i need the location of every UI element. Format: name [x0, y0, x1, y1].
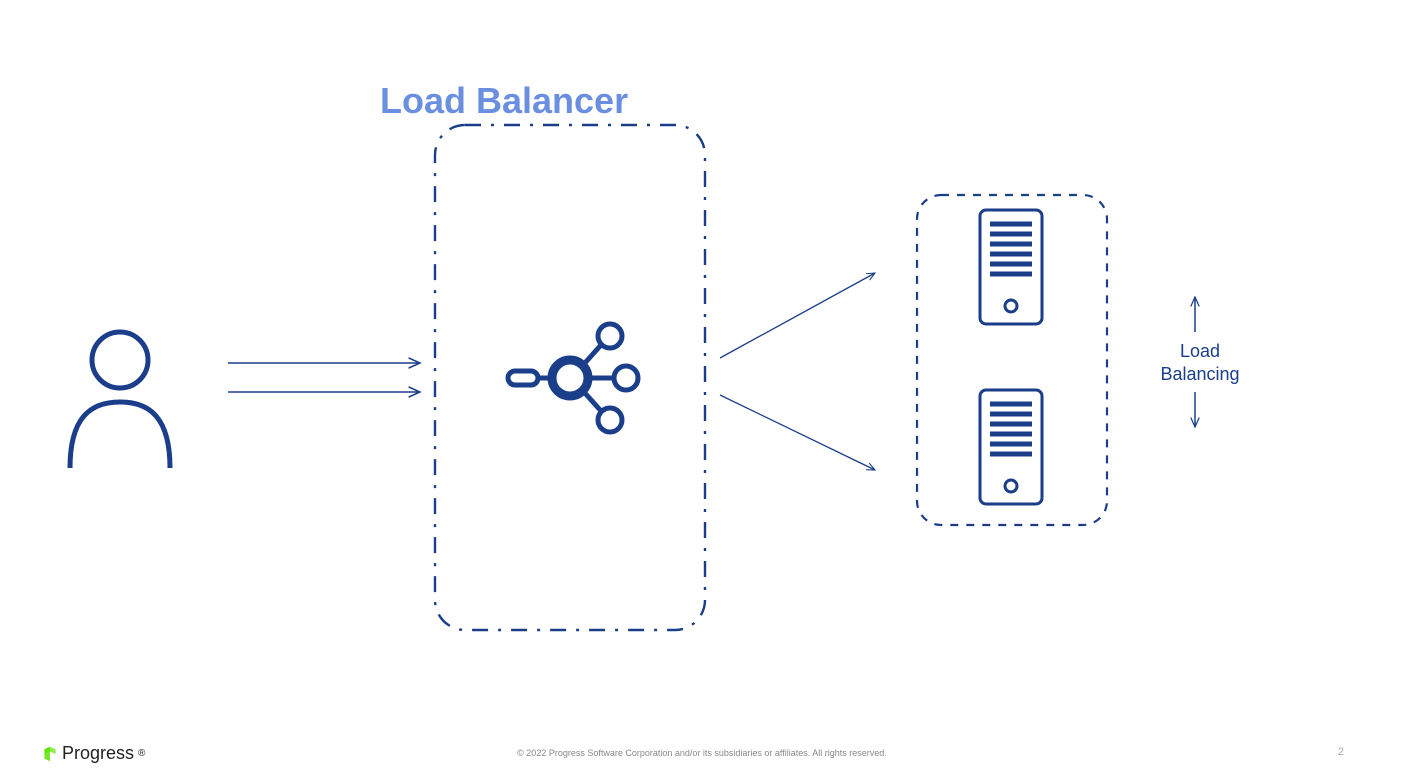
footer-copyright: © 2022 Progress Software Corporation and… — [517, 748, 887, 758]
server-icon-2 — [980, 390, 1042, 504]
arrow-lb-to-server2 — [720, 395, 875, 470]
lb-container-box — [435, 125, 705, 630]
page-number: 2 — [1338, 746, 1344, 758]
load-balancer-icon — [508, 324, 638, 432]
brand-logo: Progress ® — [42, 743, 145, 764]
server-icon-1 — [980, 210, 1042, 324]
progress-mark-icon — [42, 746, 58, 762]
brand-name: Progress — [62, 743, 134, 764]
arrow-lb-to-server1 — [720, 273, 875, 358]
brand-trademark: ® — [138, 748, 145, 759]
arrow-user-to-lb — [228, 363, 420, 392]
diagram-canvas — [0, 0, 1404, 784]
user-icon — [70, 332, 170, 468]
